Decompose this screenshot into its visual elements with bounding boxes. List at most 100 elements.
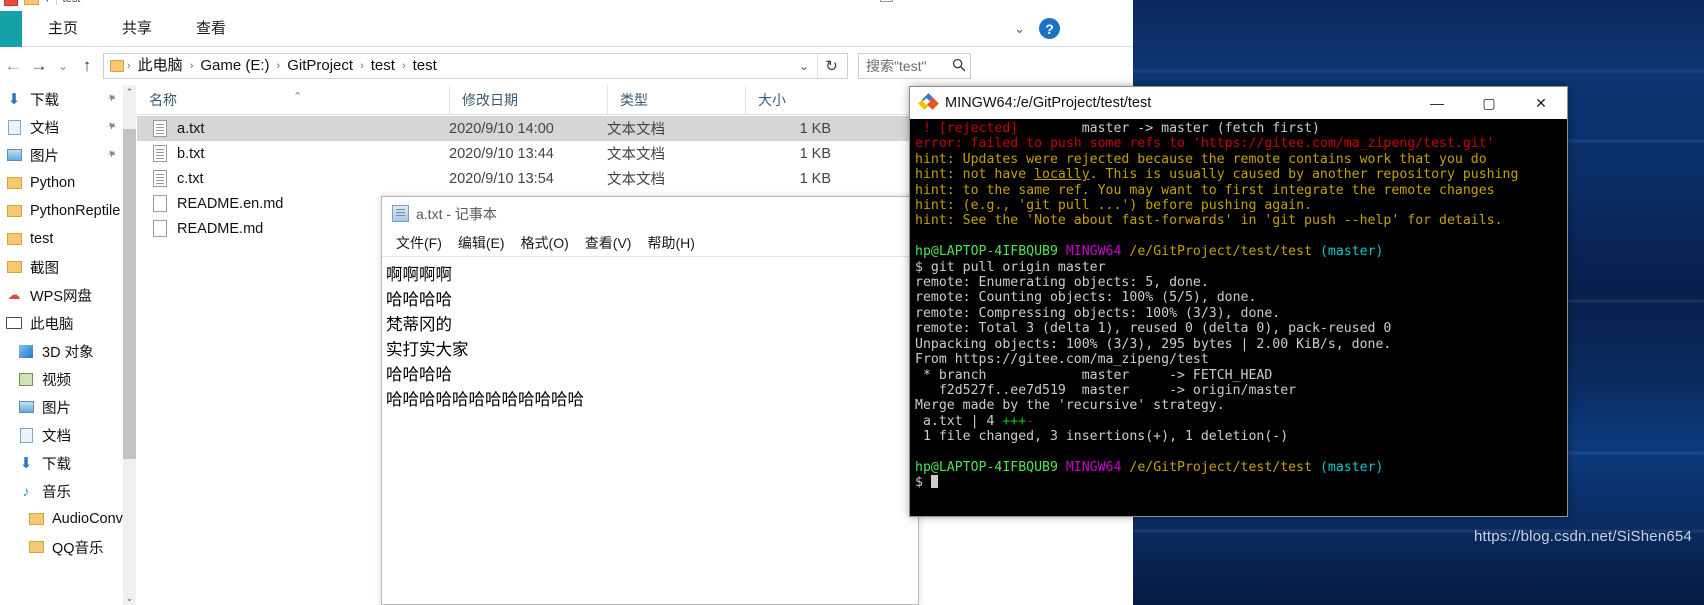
sidebar-item-0[interactable]: ⬇ 下载 [0, 85, 123, 113]
tab-share[interactable]: 共享 [100, 11, 174, 47]
navigation-pane[interactable]: ⬇ 下载 文档 图片 Python PythonReptile test 截图 ☁ WPS网盘 此电… [0, 85, 123, 605]
terminal-span: . This is usually caused by another repo… [1089, 167, 1519, 183]
column-header-size[interactable]: 大小 [745, 84, 841, 115]
sidebar-item-label: 图片 [30, 148, 59, 165]
sidebar-item-5[interactable]: test [0, 225, 123, 253]
tab-view[interactable]: 查看 [174, 11, 248, 47]
sidebar-item-3[interactable]: Python [0, 169, 123, 197]
terminal-line: remote: Counting objects: 100% (5/5), do… [915, 290, 1567, 305]
chevron-down-icon[interactable]: ⌄ [791, 59, 817, 73]
notepad-line: 哈哈哈哈 [386, 291, 452, 309]
terminal-line: hint: (e.g., 'git pull ...') before push… [915, 198, 1567, 213]
navpane-scrollbar[interactable]: ⌃ ⌄ [123, 85, 136, 605]
pictures-icon [4, 146, 24, 164]
help-icon[interactable]: ? [1039, 18, 1060, 39]
file-type-cell: 文本文档 [607, 147, 665, 163]
back-button[interactable]: ← [0, 51, 26, 81]
pin-icon[interactable] [101, 90, 118, 108]
menu-file[interactable]: 文件(F) [388, 233, 450, 253]
close-button[interactable]: ✕ [1515, 87, 1567, 119]
breadcrumb-test[interactable]: test [365, 54, 401, 78]
menu-edit[interactable]: 编辑(E) [450, 233, 513, 253]
scroll-down-arrow[interactable]: ⌄ [123, 591, 136, 605]
terminal-span: remote: Total 3 (delta 1), reused 0 (del… [915, 321, 1392, 337]
pin-icon[interactable] [101, 118, 118, 136]
sidebar-item-2[interactable]: 图片 [0, 141, 123, 169]
column-label: 修改日期 [462, 91, 518, 108]
notepad-line: 梵蒂冈的 [386, 316, 452, 334]
sidebar-item-14[interactable]: ♪ 音乐 [0, 477, 123, 505]
file-name-label: b.txt [177, 145, 205, 162]
notepad-title: a.txt - 记事本 [416, 205, 497, 222]
menu-help[interactable]: 帮助(H) [639, 233, 702, 253]
3d-objects-icon [16, 342, 36, 360]
sidebar-item-12[interactable]: 文档 [0, 421, 123, 449]
sidebar-item-16[interactable]: QQ音乐 [0, 533, 123, 561]
documents-icon [16, 426, 36, 444]
sidebar-item-label: 此电脑 [30, 316, 74, 333]
sidebar-item-10[interactable]: 视频 [0, 365, 123, 393]
file-size-cell: 1 KB [799, 170, 831, 187]
file-menu-tab[interactable] [0, 11, 22, 47]
search-icon[interactable] [952, 58, 966, 75]
notepad-line: 实打实大家 [386, 341, 469, 359]
sidebar-item-8[interactable]: 此电脑 [0, 309, 123, 337]
refresh-icon[interactable]: ↻ [817, 53, 845, 79]
documents-icon [4, 118, 24, 136]
notepad-titlebar[interactable]: a.txt - 记事本 [382, 197, 918, 230]
up-button[interactable]: ↑ [74, 51, 100, 81]
maximize-button[interactable]: ▢ [1463, 87, 1515, 119]
chevron-down-icon[interactable]: ⌄ [1014, 21, 1025, 37]
chevron-down-icon[interactable]: ▾ [45, 0, 50, 5]
text-file-icon [153, 170, 167, 187]
sidebar-item-1[interactable]: 文档 [0, 113, 123, 141]
menu-view[interactable]: 查看(V) [577, 233, 640, 253]
terminal-line: hint: Updates were rejected because the … [915, 152, 1567, 167]
search-input[interactable]: 搜索"test" [858, 53, 971, 79]
toolbar-divider [55, 0, 57, 5]
scroll-up-arrow[interactable]: ⌃ [123, 85, 136, 99]
breadcrumb-this-pc[interactable]: 此电脑 [132, 54, 189, 78]
sidebar-item-4[interactable]: PythonReptile [0, 197, 123, 225]
breadcrumb-game-e[interactable]: Game (E:) [194, 54, 275, 78]
terminal-span: MINGW64 [1057, 459, 1122, 475]
terminal-line: hp@LAPTOP-4IFBQUB9 MINGW64 /e/GitProject… [915, 244, 1567, 259]
terminal-line: $ git pull origin master [915, 260, 1567, 275]
address-bar[interactable]: › 此电脑 › Game (E:) › GitProject › test › … [103, 53, 848, 79]
breadcrumb-gitproject[interactable]: GitProject [281, 54, 359, 78]
scrollbar-thumb[interactable] [123, 129, 136, 459]
videos-icon [16, 370, 36, 388]
sidebar-item-15[interactable]: AudioConvert [0, 505, 123, 533]
sidebar-item-11[interactable]: 图片 [0, 393, 123, 421]
folder-icon[interactable] [24, 0, 39, 5]
column-header-date[interactable]: 修改日期 [449, 84, 607, 115]
sidebar-item-label: 3D 对象 [42, 344, 94, 361]
sidebar-item-label: 音乐 [42, 484, 71, 501]
sidebar-item-6[interactable]: 截图 [0, 253, 123, 281]
column-label: 大小 [758, 91, 786, 108]
recent-locations-button[interactable]: ⌄ [52, 51, 74, 81]
minimize-button[interactable]: — [1411, 87, 1463, 119]
sidebar-item-7[interactable]: ☁ WPS网盘 [0, 281, 123, 309]
sidebar-item-label: test [30, 231, 54, 247]
terminal-span: +++ [1002, 413, 1027, 429]
terminal-titlebar[interactable]: MINGW64:/e/GitProject/test/test — ▢ ✕ [910, 87, 1567, 119]
properties-icon[interactable] [4, 0, 18, 6]
column-header-type[interactable]: 类型 [607, 84, 745, 115]
sidebar-item-13[interactable]: ⬇ 下载 [0, 449, 123, 477]
menu-format[interactable]: 格式(O) [513, 233, 577, 253]
restore-button[interactable] [880, 0, 893, 2]
tab-home[interactable]: 主页 [26, 11, 100, 47]
md-file-icon [153, 220, 167, 237]
forward-button[interactable]: → [26, 51, 52, 81]
terminal-output[interactable]: ! [rejected] master -> master (fetch fir… [910, 119, 1567, 516]
file-name-cell: c.txt [137, 170, 449, 187]
ribbon-right-controls: ⌄ ? [1014, 18, 1060, 39]
column-header-name[interactable]: ⌃ 名称 [137, 85, 449, 115]
sidebar-item-9[interactable]: 3D 对象 [0, 337, 123, 365]
notepad-text-area[interactable]: 啊啊啊啊 哈哈哈哈 梵蒂冈的 实打实大家 哈哈哈哈 哈哈哈哈哈哈哈哈哈哈哈哈 [382, 257, 918, 413]
sidebar-item-label: Python [30, 175, 76, 191]
pin-icon[interactable] [101, 146, 118, 164]
breadcrumb-test-2[interactable]: test [407, 54, 443, 78]
